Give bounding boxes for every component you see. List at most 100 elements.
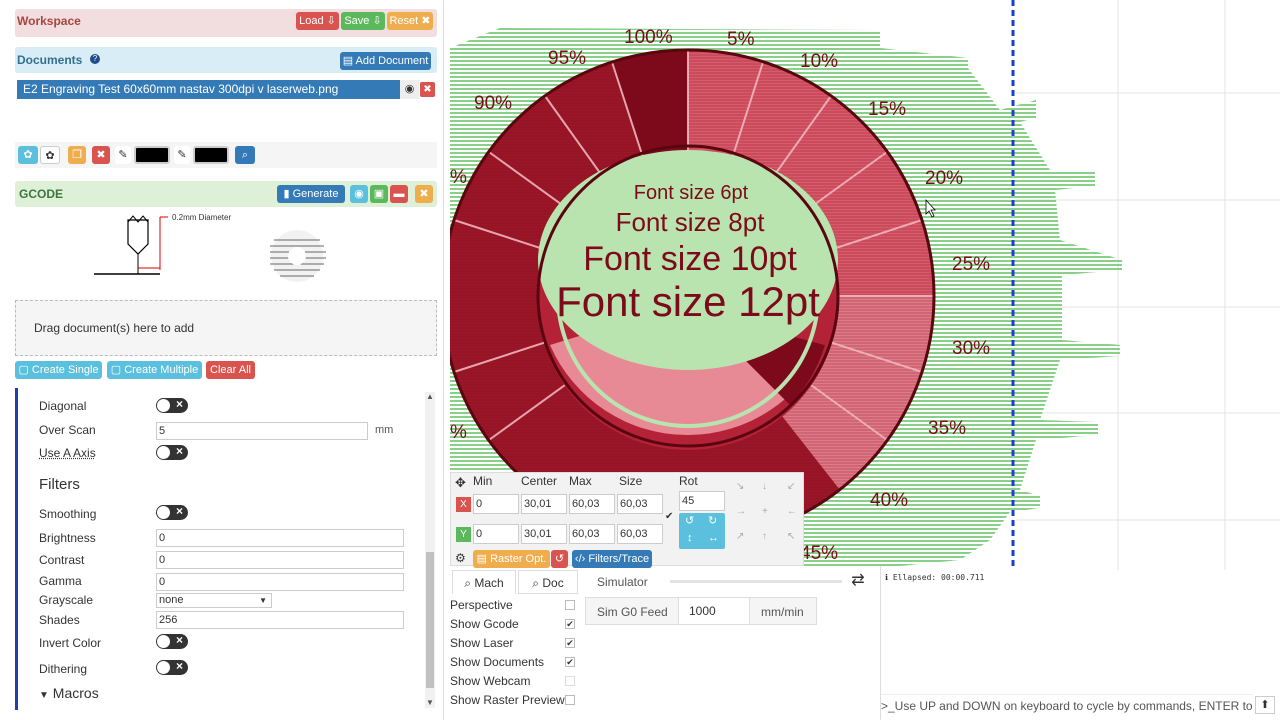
- drop-zone-text: Drag document(s) here to add: [34, 321, 195, 335]
- pencil-fill-icon[interactable]: ✎: [174, 146, 190, 164]
- sim-feed-label: Sim G0 Feed: [597, 605, 668, 619]
- add-document-button[interactable]: ▤ Add Document: [340, 52, 431, 70]
- brightness-input[interactable]: 0: [156, 529, 404, 547]
- deselect-icon[interactable]: ✿: [40, 146, 60, 164]
- help-icon[interactable]: ?: [90, 54, 100, 64]
- x-axis-label: X: [456, 497, 471, 512]
- pct-5: 5%: [727, 29, 755, 50]
- option-show-documents: Show Documents: [450, 655, 545, 669]
- invert-toggle[interactable]: [156, 633, 188, 649]
- pct-partial-left: %: [450, 167, 467, 188]
- clear-gcode-icon[interactable]: ✖: [415, 185, 433, 203]
- chevron-down-icon: ▼: [39, 690, 49, 701]
- shades-input[interactable]: 256: [156, 611, 404, 629]
- pct-35: 35%: [928, 418, 966, 439]
- anchor-grid[interactable]: ↘ ↓ ↙ → + ← ↗ ↑ ↖: [731, 479, 801, 549]
- search-icon[interactable]: ⌕: [235, 146, 255, 164]
- font-6pt-text: Font size 6pt: [634, 182, 749, 204]
- save-gcode-icon[interactable]: ▣: [370, 185, 388, 203]
- gear-icon[interactable]: ⚙: [455, 551, 466, 565]
- show-raster-preview-checkbox[interactable]: [565, 695, 575, 705]
- create-single-button[interactable]: ▢ Create Single: [15, 361, 102, 379]
- trash-icon[interactable]: ✖: [92, 146, 110, 164]
- load-button[interactable]: Load ⇩: [296, 12, 339, 30]
- smoothing-label: Smoothing: [39, 507, 97, 521]
- save-button[interactable]: Save ⇩: [341, 12, 385, 30]
- document-filename: E2 Engraving Test 60x60mm nastav 300dpi …: [23, 82, 339, 96]
- option-perspective: Perspective: [450, 598, 513, 612]
- simulator-label: Simulator: [597, 575, 648, 589]
- tool-diagram: [94, 215, 168, 275]
- option-show-raster-preview: Show Raster Preview: [450, 693, 565, 707]
- overscan-input[interactable]: 5: [156, 422, 368, 440]
- smoothing-toggle[interactable]: [156, 504, 188, 520]
- use-a-axis-label: Use A Axis: [39, 446, 96, 460]
- y-center-input[interactable]: 30,01: [521, 524, 567, 544]
- x-size-input[interactable]: 60,03: [617, 494, 663, 514]
- y-min-input[interactable]: 0: [473, 524, 519, 544]
- option-show-laser: Show Laser: [450, 636, 514, 650]
- workspace-title: Workspace: [17, 14, 81, 28]
- flip-horizontal-icon[interactable]: ↔: [708, 532, 719, 544]
- contrast-input[interactable]: 0: [156, 551, 404, 569]
- scrollbar-thumb[interactable]: [426, 552, 434, 688]
- x-max-input[interactable]: 60,03: [569, 494, 615, 514]
- x-min-input[interactable]: 0: [473, 494, 519, 514]
- view-gcode-icon[interactable]: ◉: [350, 185, 368, 203]
- reset-transform-icon[interactable]: ↺: [551, 550, 568, 568]
- lock-ratio-icon[interactable]: ✔: [665, 511, 673, 522]
- stroke-color-swatch[interactable]: [134, 146, 170, 164]
- center-header: Center: [521, 474, 558, 488]
- folder-icon[interactable]: ▬: [390, 185, 408, 203]
- x-center-input[interactable]: 30,01: [521, 494, 567, 514]
- reset-button[interactable]: Reset ✖: [387, 12, 433, 30]
- perspective-checkbox[interactable]: [565, 600, 575, 610]
- rot-header: Rot: [679, 474, 698, 488]
- clear-all-button[interactable]: Clear All: [206, 361, 255, 379]
- elapsed-text: ℹ Ellapsed: 00:00.711: [885, 573, 985, 582]
- show-laser-checkbox[interactable]: ✔: [565, 638, 575, 648]
- show-webcam-checkbox[interactable]: [565, 676, 575, 686]
- y-max-input[interactable]: 60,03: [569, 524, 615, 544]
- console-input[interactable]: >_Use UP and DOWN on keyboard to cycle b…: [881, 694, 1253, 716]
- scrollbar[interactable]: ▲ ▼: [425, 392, 435, 708]
- filters-trace-button[interactable]: ‹/› Filters/Trace: [572, 550, 652, 568]
- raster-opt-button[interactable]: ▤ Raster Opt.: [473, 550, 550, 568]
- pencil-stroke-icon[interactable]: ✎: [115, 146, 131, 164]
- gamma-input[interactable]: 0: [156, 573, 404, 591]
- grayscale-select[interactable]: none ▼: [156, 593, 272, 608]
- rotation-input[interactable]: 45: [679, 491, 725, 511]
- console-scroll-up-icon[interactable]: ⬆: [1255, 696, 1275, 714]
- create-multiple-button[interactable]: ▢ Create Multiple: [107, 361, 202, 379]
- show-documents-checkbox[interactable]: ✔: [565, 657, 575, 667]
- dithering-label: Dithering: [39, 662, 88, 676]
- transform-panel: ✥ Min Center Max Size Rot X 0 30,01 60,0…: [450, 472, 804, 568]
- fill-color-swatch[interactable]: [193, 146, 229, 164]
- gcode-title: GCODE: [19, 187, 64, 201]
- diagonal-toggle[interactable]: [156, 397, 188, 413]
- filters-heading: Filters: [39, 476, 80, 493]
- remove-document-icon[interactable]: ✖: [420, 82, 435, 97]
- select-all-icon[interactable]: ✿: [18, 146, 38, 164]
- generate-button[interactable]: ▮ Generate: [277, 185, 345, 203]
- eye-icon[interactable]: ◉: [400, 80, 419, 99]
- flip-vertical-icon[interactable]: ↕: [687, 532, 693, 544]
- swap-icon[interactable]: ⇄: [845, 570, 871, 592]
- document-row[interactable]: E2 Engraving Test 60x60mm nastav 300dpi …: [17, 80, 400, 99]
- y-size-input[interactable]: 60,03: [617, 524, 663, 544]
- doc-tab[interactable]: ⌕ Doc: [518, 570, 578, 594]
- show-gcode-checkbox[interactable]: ✔: [565, 619, 575, 629]
- pct-25: 25%: [952, 254, 990, 275]
- simulator-slider[interactable]: [670, 580, 842, 583]
- rotate-ccw-icon[interactable]: ↺: [685, 514, 694, 527]
- copy-icon[interactable]: ❐: [68, 146, 86, 164]
- pct-45: 45%: [800, 543, 838, 564]
- drop-zone[interactable]: Drag document(s) here to add: [15, 300, 437, 356]
- macros-toggle[interactable]: ▼ Macros: [39, 685, 99, 701]
- dithering-toggle[interactable]: [156, 659, 188, 675]
- use-a-axis-toggle[interactable]: [156, 444, 188, 460]
- mach-tab[interactable]: ⌕ Mach: [452, 570, 516, 594]
- move-icon[interactable]: ✥: [455, 475, 466, 491]
- rotate-cw-icon[interactable]: ↻: [708, 514, 717, 527]
- sim-feed-input[interactable]: 1000: [678, 598, 750, 624]
